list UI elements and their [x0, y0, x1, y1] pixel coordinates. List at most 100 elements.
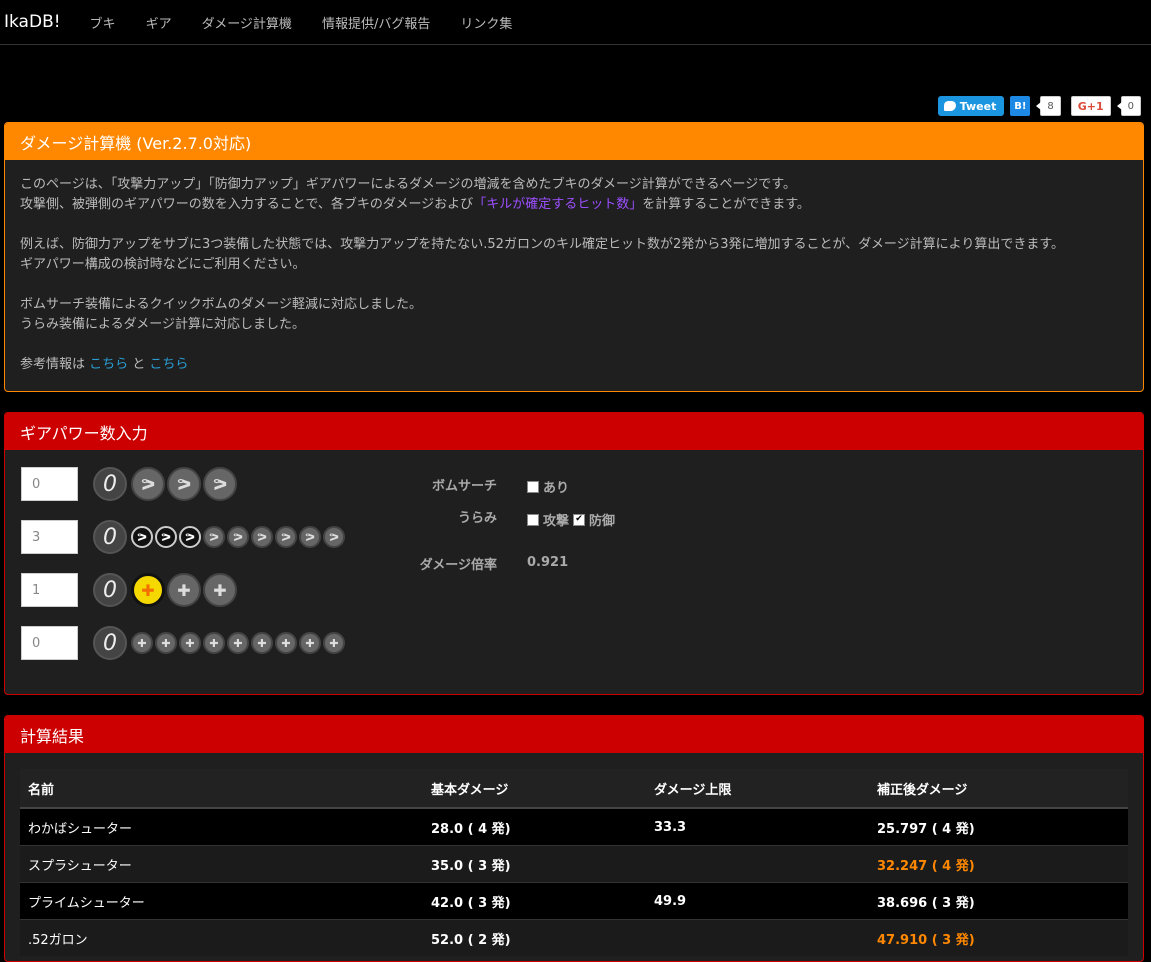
shield-plus-icon[interactable]: ✚ [227, 632, 249, 654]
intro-body: このページは、「攻撃力アップ」「防御力アップ」ギアパワーによるダメージの増減を含… [5, 160, 1143, 390]
header-damage-cap[interactable]: ダメージ上限 [646, 769, 869, 809]
flexed-arm-icon[interactable]: ᕗ [131, 526, 153, 548]
intro-line-1: このページは、「攻撃力アップ」「防御力アップ」ギアパワーによるダメージの増減を含… [20, 177, 796, 192]
attack-main-input[interactable] [21, 467, 78, 501]
defense-main-row: 0 ✚ ✚ ✚ [21, 573, 239, 607]
shield-plus-icon[interactable]: ✚ [251, 632, 273, 654]
google-plus-button[interactable]: G+1 [1070, 96, 1111, 116]
shield-plus-icon[interactable]: ✚ [167, 573, 201, 607]
shield-plus-icon[interactable]: ✚ [179, 632, 201, 654]
intro-title: ダメージ計算機 (Ver.2.7.0対応) [5, 123, 1143, 160]
base-damage: 42.0 ( 3 発) [423, 882, 646, 920]
base-damage: 35.0 ( 3 発) [423, 845, 646, 883]
weapon-name: プライムシューター [20, 882, 423, 920]
results-panel: 計算結果 名前 基本ダメージ ダメージ上限 補正後ダメージ わかばシューター 2… [4, 715, 1144, 962]
flexed-arm-icon[interactable]: ᕗ [203, 526, 225, 548]
damage-cap [646, 919, 869, 956]
nav-item-feedback[interactable]: 情報提供/バグ報告 [322, 13, 430, 32]
damage-cap: 33.3 [646, 807, 869, 846]
flexed-arm-icon[interactable]: ᕗ [275, 526, 297, 548]
brand-logo[interactable]: IkaDB! [4, 12, 61, 32]
header-base-damage[interactable]: 基本ダメージ [423, 769, 646, 809]
multiplier-label: ダメージ倍率 [419, 558, 497, 573]
results-title: 計算結果 [5, 716, 1143, 753]
intro-line-2-before: 攻撃側、被弾側のギアパワーの数を入力することで、各ブキのダメージおよび [20, 197, 474, 212]
defense-sub-input[interactable] [21, 626, 78, 660]
shield-plus-icon[interactable]: ✚ [275, 632, 297, 654]
adjusted-damage: 32.247 ( 4 発) [869, 845, 1128, 883]
navbar: IkaDB! ブキ ギア ダメージ計算機 情報提供/バグ報告 リンク集 [0, 0, 1151, 45]
multiplier-value: 0.921 [527, 555, 569, 570]
flexed-arm-icon[interactable]: ᕗ [251, 526, 273, 548]
results-header-row: 名前 基本ダメージ ダメージ上限 補正後ダメージ [20, 769, 1128, 809]
flexed-arm-icon[interactable]: ᕗ [131, 467, 165, 501]
urami-defense-label: 防御 [589, 514, 616, 529]
weapon-name: スプラシューター [20, 845, 423, 883]
bomb-search-label: ボムサーチ [431, 479, 497, 494]
shield-plus-icon[interactable]: ✚ [155, 632, 177, 654]
reset-zero-button[interactable]: 0 [93, 573, 127, 607]
intro-paragraph-1: このページは、「攻撃力アップ」「防御力アップ」ギアパワーによるダメージの増減を含… [20, 175, 1128, 215]
flexed-arm-icon[interactable]: ᕗ [227, 526, 249, 548]
flexed-arm-icon[interactable]: ᕗ [167, 467, 201, 501]
adjusted-damage: 47.910 ( 3 発) [869, 919, 1128, 956]
hatena-count: 8 [1036, 96, 1061, 116]
tweet-label: Tweet [959, 99, 997, 113]
reference-prefix: 参考情報は [20, 357, 90, 372]
flexed-arm-icon[interactable]: ᕗ [179, 526, 201, 548]
shield-plus-icon[interactable]: ✚ [299, 632, 321, 654]
reference-link-2[interactable]: こちら [149, 357, 188, 372]
shield-plus-icon[interactable]: ✚ [131, 632, 153, 654]
twitter-bird-icon [943, 101, 956, 111]
flexed-arm-icon[interactable]: ᕗ [155, 526, 177, 548]
table-row: プライムシューター 42.0 ( 3 発) 49.9 38.696 ( 3 発) [20, 882, 1128, 920]
intro-line-6: うらみ装備によるダメージ計算に対応しました。 [20, 317, 305, 332]
intro-line-5: ボムサーチ装備によるクイックボムのダメージ軽減に対応しました。 [20, 297, 422, 312]
adjusted-damage: 38.696 ( 3 発) [869, 882, 1128, 920]
tweet-button[interactable]: Tweet [937, 96, 1005, 116]
intro-line-3: 例えば、防御力アップをサブに3つ装備した状態では、攻撃力アップを持たない.52ガ… [20, 237, 1065, 252]
attack-sub-input[interactable] [21, 520, 78, 554]
shield-plus-icon[interactable]: ✚ [203, 573, 237, 607]
bomb-search-option-label: あり [543, 481, 570, 496]
weapon-name: .52ガロン [20, 919, 423, 956]
intro-line-2-after: を計算することができます。 [642, 197, 810, 212]
header-adjusted-damage[interactable]: 補正後ダメージ [869, 769, 1128, 809]
intro-paragraph-3: ボムサーチ装備によるクイックボムのダメージ軽減に対応しました。 うらみ装備による… [20, 295, 1128, 335]
table-row: スプラシューター 35.0 ( 3 発) 32.247 ( 4 発) [20, 845, 1128, 883]
defense-sub-row: 0 ✚ ✚ ✚ ✚ ✚ ✚ ✚ ✚ ✚ [21, 626, 347, 660]
shield-plus-icon[interactable]: ✚ [203, 632, 225, 654]
adjusted-damage: 25.797 ( 4 発) [869, 807, 1128, 846]
results-table: 名前 基本ダメージ ダメージ上限 補正後ダメージ わかばシューター 28.0 (… [20, 769, 1128, 956]
gear-input-panel: ギアパワー数入力 0 ᕗ ᕗ ᕗ 0 ᕗ ᕗ ᕗ ᕗ ᕗ ᕗ ᕗ ᕗ ᕗ 0 ✚… [4, 412, 1144, 695]
defense-main-input[interactable] [21, 573, 78, 607]
shield-plus-icon[interactable]: ✚ [131, 573, 165, 607]
nav-item-gear[interactable]: ギア [146, 13, 172, 32]
social-buttons: Tweet B! 8 G+1 0 [937, 96, 1141, 116]
flexed-arm-icon[interactable]: ᕗ [299, 526, 321, 548]
urami-label: うらみ [457, 511, 497, 526]
reset-zero-button[interactable]: 0 [93, 626, 127, 660]
hatena-bookmark-button[interactable]: B! [1010, 96, 1031, 116]
gear-input-title: ギアパワー数入力 [5, 413, 1143, 450]
weapon-name: わかばシューター [20, 807, 423, 846]
nav-item-links[interactable]: リンク集 [460, 13, 512, 32]
table-row: わかばシューター 28.0 ( 4 発) 33.3 25.797 ( 4 発) [20, 807, 1128, 846]
reset-zero-button[interactable]: 0 [93, 520, 127, 554]
flexed-arm-icon[interactable]: ᕗ [323, 526, 345, 548]
reference-and: と [128, 357, 150, 372]
reference-link-1[interactable]: こちら [89, 357, 128, 372]
flexed-arm-icon[interactable]: ᕗ [203, 467, 237, 501]
shield-plus-icon[interactable]: ✚ [323, 632, 345, 654]
bomb-search-option: あり [527, 477, 569, 496]
reset-zero-button[interactable]: 0 [93, 467, 127, 501]
attack-main-row: 0 ᕗ ᕗ ᕗ [21, 467, 239, 501]
urami-attack-checkbox[interactable] [527, 513, 539, 526]
nav-item-damage-calculator[interactable]: ダメージ計算機 [202, 13, 292, 32]
urami-defense-checkbox[interactable]: ✔ [573, 513, 586, 526]
bomb-search-checkbox[interactable] [527, 480, 539, 493]
nav-item-weapons[interactable]: ブキ [90, 13, 116, 32]
attack-sub-row: 0 ᕗ ᕗ ᕗ ᕗ ᕗ ᕗ ᕗ ᕗ ᕗ [21, 520, 347, 554]
base-damage: 28.0 ( 4 発) [423, 807, 646, 846]
header-name[interactable]: 名前 [20, 769, 423, 809]
